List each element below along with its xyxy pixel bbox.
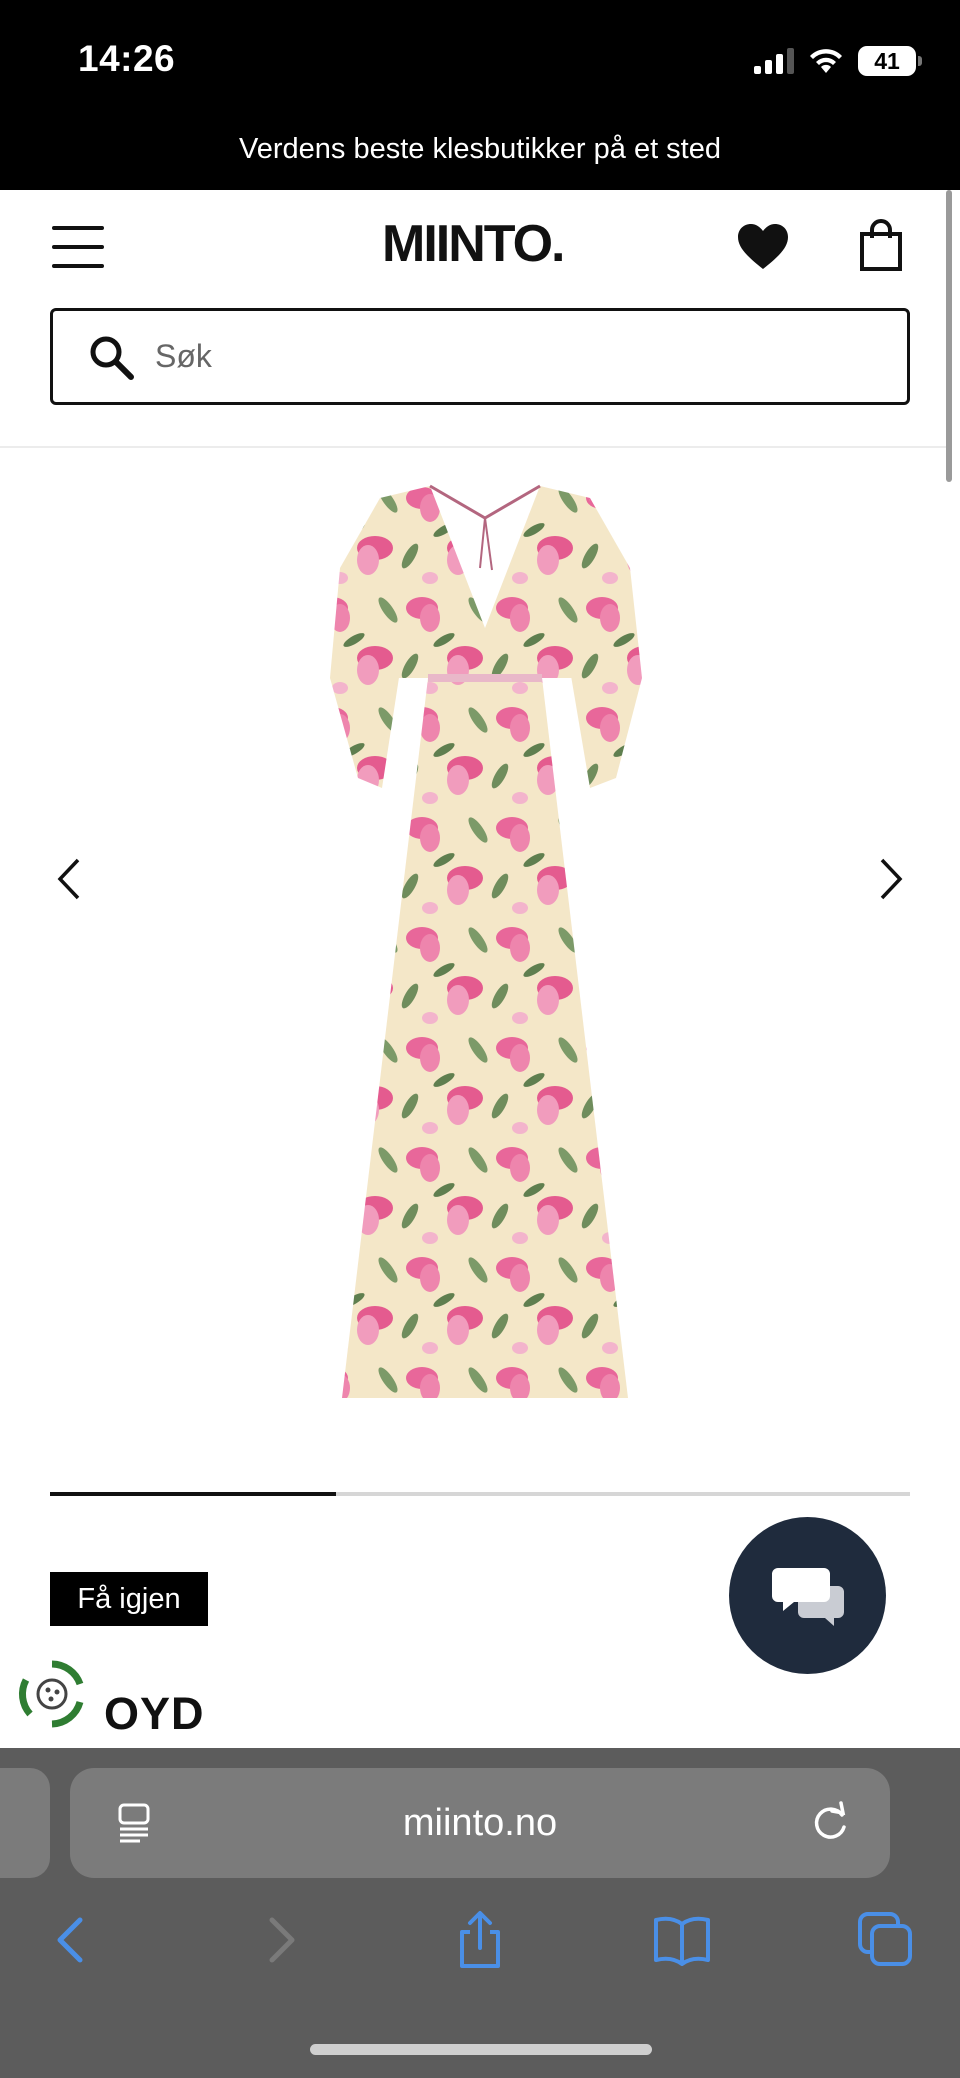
wifi-icon	[810, 49, 842, 73]
status-icons: 41	[754, 44, 922, 78]
cashback-badge: Få igjen	[50, 1572, 208, 1626]
carousel-next-icon[interactable]	[876, 854, 908, 904]
battery-icon: 41	[858, 46, 922, 76]
cellular-signal-icon	[754, 48, 794, 74]
recycle-brand-icon	[18, 1660, 84, 1728]
bookmarks-icon[interactable]	[652, 1910, 712, 1970]
address-bar[interactable]: miinto.no	[70, 1768, 890, 1878]
page-scrollbar[interactable]	[946, 190, 952, 482]
search-input[interactable]	[155, 338, 855, 375]
home-indicator[interactable]	[310, 2044, 652, 2055]
share-icon[interactable]	[450, 1910, 510, 1970]
tabs-icon[interactable]	[856, 1910, 916, 1970]
search-box[interactable]	[50, 308, 910, 405]
heart-icon[interactable]	[736, 222, 790, 272]
back-icon[interactable]	[42, 1910, 102, 1970]
header-divider	[0, 446, 946, 448]
status-time: 14:26	[78, 38, 176, 79]
product-image[interactable]	[310, 478, 660, 1408]
carousel-prev-icon[interactable]	[52, 854, 84, 904]
gallery-progress-track	[50, 1492, 910, 1496]
browser-toolbar: miinto.no	[0, 1748, 960, 2078]
gallery-progress-fill	[50, 1492, 337, 1496]
chat-button[interactable]	[729, 1517, 886, 1674]
search-icon	[90, 336, 134, 380]
brand-name[interactable]: OYD	[104, 1688, 205, 1740]
site-logo[interactable]: MIINTO.	[382, 214, 565, 274]
chat-bubbles-icon	[771, 1567, 844, 1626]
hamburger-menu-icon[interactable]	[52, 226, 104, 268]
url-text[interactable]: miinto.no	[70, 1802, 890, 1845]
previous-tab-card[interactable]	[0, 1768, 50, 1878]
reload-icon[interactable]	[808, 1801, 852, 1845]
promo-banner: Verdens beste klesbutikker på et sted	[0, 125, 960, 190]
forward-icon[interactable]	[250, 1910, 310, 1970]
site-header: MIINTO.	[0, 190, 960, 306]
status-bar: 14:26 41	[0, 0, 960, 125]
shopping-bag-icon[interactable]	[858, 218, 904, 272]
